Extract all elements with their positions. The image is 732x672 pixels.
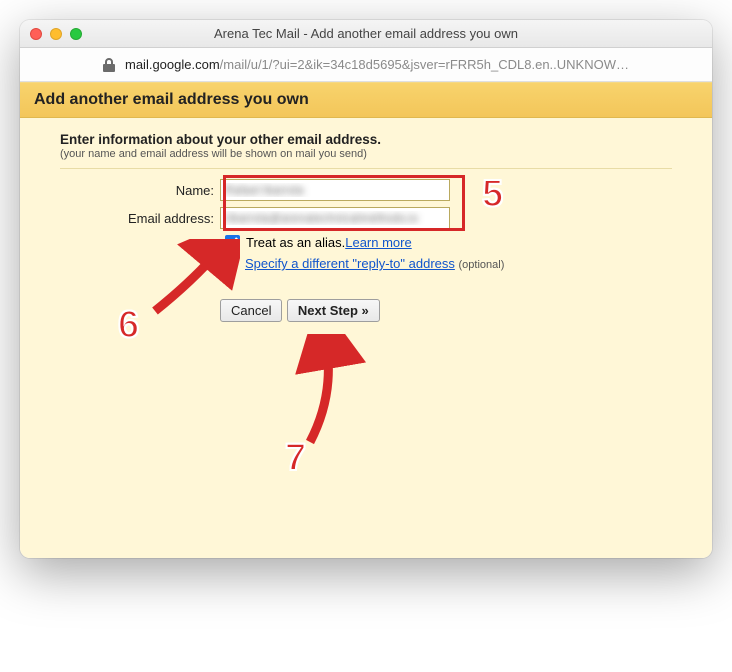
url-text: mail.google.com/mail/u/1/?ui=2&ik=34c18d…	[125, 57, 629, 72]
annotation-7: 7	[285, 437, 306, 480]
lock-icon	[103, 58, 115, 72]
page-body: Enter information about your other email…	[20, 118, 712, 558]
url-bar: mail.google.com/mail/u/1/?ui=2&ik=34c18d…	[20, 48, 712, 82]
form-area: Name: Email address: Treat as an alias. …	[60, 179, 672, 322]
annotation-6: 6	[118, 304, 139, 347]
maximize-icon[interactable]	[70, 28, 82, 40]
optional-label: (optional)	[459, 259, 505, 271]
intro-sub: (your name and email address will be sho…	[60, 148, 672, 160]
next-step-button[interactable]: Next Step »	[287, 299, 380, 322]
reply-to-row: Specify a different "reply-to" address (…	[245, 256, 672, 271]
name-input[interactable]	[220, 179, 450, 201]
arrow-7	[290, 334, 370, 454]
window-title: Arena Tec Mail - Add another email addre…	[20, 26, 712, 41]
cancel-button[interactable]: Cancel	[220, 299, 282, 322]
divider	[60, 168, 672, 169]
alias-checkbox[interactable]	[225, 235, 240, 250]
email-row: Email address:	[60, 207, 672, 229]
traffic-lights	[30, 28, 82, 40]
page-title: Add another email address you own	[34, 91, 698, 109]
intro-title: Enter information about your other email…	[60, 132, 672, 147]
alias-label: Treat as an alias.	[246, 235, 345, 250]
name-label: Name:	[60, 183, 220, 198]
titlebar: Arena Tec Mail - Add another email addre…	[20, 20, 712, 48]
close-icon[interactable]	[30, 28, 42, 40]
minimize-icon[interactable]	[50, 28, 62, 40]
page-header: Add another email address you own	[20, 82, 712, 118]
learn-more-link[interactable]: Learn more	[345, 235, 411, 250]
email-input[interactable]	[220, 207, 450, 229]
alias-row: Treat as an alias. Learn more	[225, 235, 672, 250]
name-row: Name:	[60, 179, 672, 201]
email-label: Email address:	[60, 211, 220, 226]
button-row: Cancel Next Step »	[220, 299, 672, 322]
browser-window: Arena Tec Mail - Add another email addre…	[20, 20, 712, 558]
reply-to-link[interactable]: Specify a different "reply-to" address	[245, 256, 455, 271]
